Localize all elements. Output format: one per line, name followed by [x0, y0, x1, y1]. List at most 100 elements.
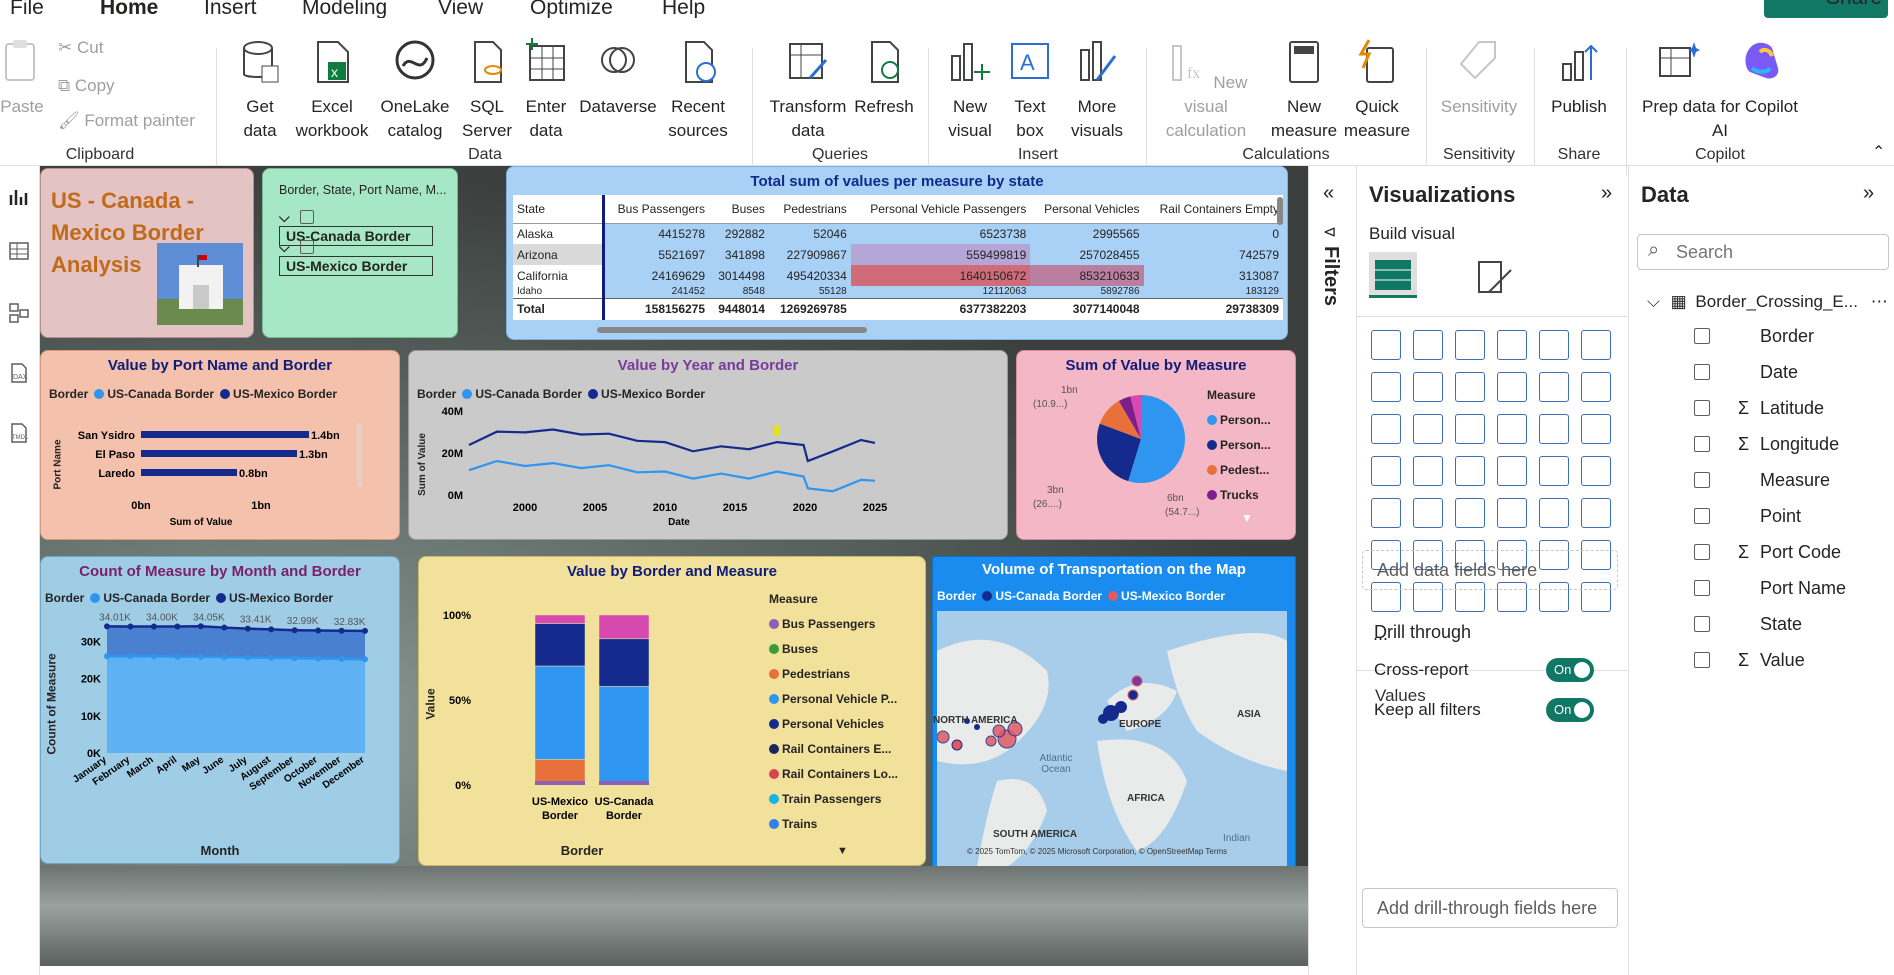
legend-item[interactable]: Rail Containers E...	[769, 737, 898, 762]
sql-server-button[interactable]: SQL Server	[462, 38, 512, 143]
field-item[interactable]: Border	[1694, 326, 1814, 347]
slicer-checkbox[interactable]	[299, 210, 314, 224]
field-item[interactable]: Port Name	[1694, 578, 1846, 599]
clustered-bar-icon[interactable]	[1455, 330, 1485, 360]
field-item[interactable]: Σ Port Code	[1694, 542, 1841, 563]
legend-item[interactable]: Rail Containers Lo...	[769, 762, 898, 787]
prep-data-copilot-button[interactable]: Prep data for Copilot AI	[1634, 38, 1806, 143]
col-header[interactable]: Buses	[709, 195, 769, 224]
legend-item[interactable]: US-Mexico Border	[229, 591, 333, 605]
new-measure-button[interactable]: New measure	[1264, 38, 1344, 143]
tab-help[interactable]: Help	[662, 0, 705, 20]
new-visual-calculation-button[interactable]: fx New visual calculation	[1156, 38, 1256, 143]
table-row[interactable]: Idaho 241452 8548 55128 12112063 5892786…	[513, 286, 1283, 299]
r-visual-icon[interactable]	[1539, 498, 1569, 528]
tab-modeling[interactable]: Modeling	[302, 0, 387, 20]
build-visual-tab[interactable]	[1369, 252, 1417, 298]
sensitivity-button[interactable]: Sensitivity	[1436, 38, 1522, 119]
title-card[interactable]: US - Canada - Mexico Border Analysis	[40, 168, 254, 338]
recent-sources-button[interactable]: Recent sources	[660, 38, 736, 143]
col-header[interactable]: Bus Passengers	[603, 195, 710, 224]
tab-file[interactable]: File	[10, 0, 44, 20]
border-slicer[interactable]: Border, State, Port Name, M... ⌵US-Canad…	[262, 168, 458, 338]
legend-item[interactable]: Bus Passengers	[769, 612, 898, 637]
legend-scroll-down-icon[interactable]: ▼	[1241, 511, 1253, 525]
report-view-icon[interactable]	[8, 186, 30, 208]
port-bar-chart[interactable]: Value by Port Name and Border Border US-C…	[40, 350, 400, 540]
map-icon[interactable]	[1371, 456, 1401, 486]
enter-data-button[interactable]: Enter data	[518, 38, 574, 143]
legend-item[interactable]: Personal Vehicles	[769, 712, 898, 737]
slicer-item[interactable]: ⌵US-Mexico Border	[279, 239, 457, 276]
stacked-area-icon[interactable]	[1455, 372, 1485, 402]
legend-item[interactable]: Trains	[769, 812, 898, 837]
table-view-icon[interactable]	[8, 240, 30, 262]
tmdl-view-icon[interactable]: TMDL	[8, 422, 30, 444]
field-checkbox[interactable]	[1694, 508, 1710, 524]
keep-filters-toggle[interactable]: On	[1546, 698, 1594, 722]
legend-item[interactable]: Pedest...	[1207, 458, 1271, 483]
stacked-bar-chart[interactable]: Value by Border and Measure Value 100% 50…	[418, 556, 926, 866]
gauge-icon[interactable]	[1497, 456, 1527, 486]
matrix-icon[interactable]	[1497, 498, 1527, 528]
ribbon-chart-icon[interactable]	[1497, 372, 1527, 402]
table-node[interactable]: ⌵ ▦ Border_Crossing_E... ⋯	[1647, 292, 1888, 312]
legend-scroll-down-icon[interactable]: ▼	[837, 845, 848, 857]
cut-button[interactable]: ✂ Cut	[58, 38, 103, 58]
field-checkbox[interactable]	[1694, 364, 1710, 380]
search-input[interactable]	[1676, 240, 1876, 264]
refresh-button[interactable]: Refresh	[852, 38, 916, 119]
chevron-down-icon[interactable]: ⌵	[1647, 292, 1660, 311]
copy-button[interactable]: ⧉ Copy	[58, 76, 115, 96]
card-icon[interactable]	[1539, 456, 1569, 486]
field-checkbox[interactable]	[1694, 580, 1710, 596]
model-view-icon[interactable]	[8, 302, 30, 324]
paste-button[interactable]: Paste	[0, 38, 44, 119]
legend-item[interactable]: US-Canada Border	[475, 387, 582, 401]
legend-item[interactable]: US-Mexico Border	[233, 387, 337, 401]
kpi-icon[interactable]	[1371, 498, 1401, 528]
more-visuals-button[interactable]: More visuals	[1060, 38, 1134, 143]
line-clustered-icon[interactable]	[1581, 372, 1611, 402]
transform-data-button[interactable]: Transform data	[766, 38, 850, 143]
format-painter-button[interactable]: 🖌 Format painter	[58, 111, 195, 131]
horizontal-scrollbar[interactable]	[597, 327, 867, 333]
table-row[interactable]: Alaska 4415278 292882 52046 6523738 2995…	[513, 223, 1283, 244]
field-checkbox[interactable]	[1694, 328, 1710, 344]
measure-pie-chart[interactable]: Sum of Value by Measure 1bn (10.9...) 3bn (…	[1016, 350, 1296, 540]
funnel-icon[interactable]	[1413, 414, 1443, 444]
month-area-chart[interactable]: Count of Measure by Month and Border Bor…	[40, 556, 400, 864]
field-item[interactable]: Date	[1694, 362, 1798, 383]
dataverse-button[interactable]: Dataverse	[578, 38, 658, 119]
filters-pane-collapsed[interactable]: « ⊲ Filters	[1308, 166, 1354, 975]
pie-icon[interactable]	[1497, 414, 1527, 444]
quick-measure-button[interactable]: Quick measure	[1340, 38, 1414, 143]
tab-insert[interactable]: Insert	[204, 0, 257, 20]
field-checkbox[interactable]	[1694, 400, 1710, 416]
donut-icon[interactable]	[1539, 414, 1569, 444]
100-bar-icon[interactable]	[1539, 330, 1569, 360]
field-checkbox[interactable]	[1694, 652, 1710, 668]
values-field-well[interactable]: Add data fields here	[1362, 550, 1618, 590]
col-header[interactable]: Rail Containers Empty	[1143, 195, 1283, 224]
field-checkbox[interactable]	[1694, 472, 1710, 488]
search-box[interactable]: ⌕	[1637, 234, 1889, 270]
legend-item[interactable]: Person...	[1207, 408, 1271, 433]
legend-item[interactable]: Trucks	[1207, 483, 1271, 508]
area-chart-icon[interactable]	[1413, 372, 1443, 402]
legend-item[interactable]: Personal Vehicle P...	[769, 687, 898, 712]
table-row[interactable]: California 24169629 3014498 495420334 16…	[513, 265, 1283, 286]
collapse-icon[interactable]: »	[1601, 182, 1612, 205]
slicer-checkbox[interactable]	[299, 240, 314, 254]
field-item[interactable]: Σ Latitude	[1694, 398, 1824, 419]
treemap-icon[interactable]	[1581, 414, 1611, 444]
azure-map-icon[interactable]	[1455, 456, 1485, 486]
legend-item[interactable]: US-Mexico Border	[1121, 589, 1225, 603]
legend-item[interactable]: Pedestrians	[769, 662, 898, 687]
map-visual[interactable]: Volume of Transportation on the Map Bord…	[932, 556, 1296, 868]
field-item[interactable]: Measure	[1694, 470, 1830, 491]
python-visual-icon[interactable]	[1581, 498, 1611, 528]
100-column-icon[interactable]	[1581, 330, 1611, 360]
legend-item[interactable]: US-Canada Border	[103, 591, 210, 605]
format-visual-icon[interactable]	[1475, 258, 1515, 298]
